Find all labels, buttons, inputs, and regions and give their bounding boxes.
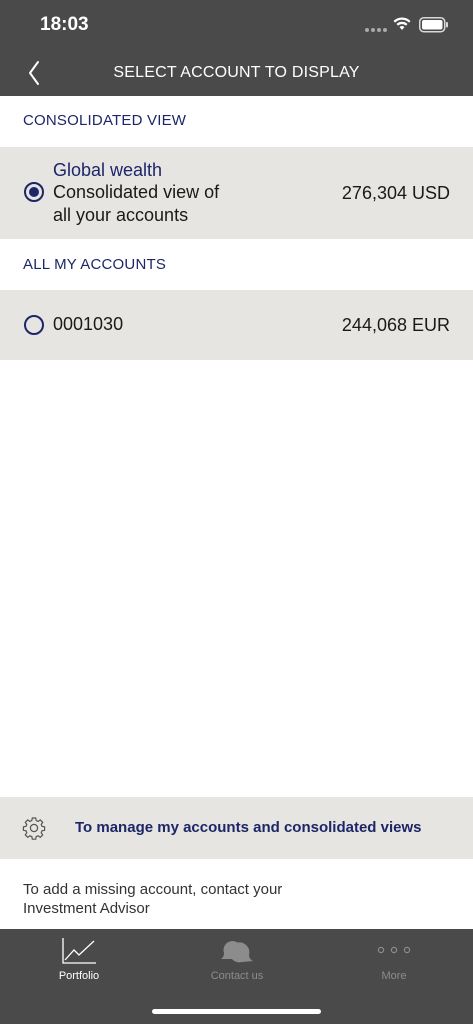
more-dots-icon: [377, 946, 411, 954]
radio-selected-icon[interactable]: [24, 182, 44, 202]
chat-bubbles-icon: [221, 941, 253, 963]
battery-icon: [419, 17, 448, 33]
consolidated-view-row[interactable]: Global wealth Consolidated view of all y…: [0, 147, 473, 239]
page-title: SELECT ACCOUNT TO DISPLAY: [113, 64, 360, 81]
manage-accounts-button[interactable]: To manage my accounts and consolidated v…: [0, 797, 473, 859]
radio-unselected-icon[interactable]: [24, 315, 44, 335]
signal-icon: [365, 28, 387, 32]
consolidated-title: Global wealth: [53, 160, 163, 180]
account-amount: 244,068 EUR: [341, 315, 450, 335]
consolidated-amount: 276,304 USD: [341, 183, 450, 203]
status-time: 18:03: [40, 14, 89, 35]
screen: 18:03 SELECT ACCOUNT TO DISPLAY CONSOLID…: [0, 0, 473, 1024]
manage-accounts-label: To manage my accounts and consolidated v…: [75, 819, 422, 836]
wifi-icon: [393, 17, 411, 30]
tab-contact-us[interactable]: Contact us: [158, 929, 316, 989]
help-text-line2: Investment Advisor: [23, 900, 150, 917]
account-number: 0001030: [53, 314, 124, 334]
help-text: To add a missing account, contact your I…: [23, 880, 343, 918]
consolidated-description-line1: Consolidated view of: [53, 182, 220, 202]
tab-label-portfolio: Portfolio: [58, 970, 100, 982]
section-header-accounts: ALL MY ACCOUNTS: [23, 256, 167, 273]
home-indicator[interactable]: [152, 1009, 321, 1014]
chart-line-icon: [62, 938, 96, 964]
top-header: 18:03 SELECT ACCOUNT TO DISPLAY: [0, 0, 473, 96]
tab-label-more: More: [381, 970, 407, 982]
consolidated-description-line2: all your accounts: [53, 205, 189, 225]
tab-more[interactable]: More: [315, 929, 473, 989]
gear-icon: [22, 817, 46, 840]
section-header-consolidated: CONSOLIDATED VIEW: [23, 112, 187, 129]
help-text-line1: To add a missing account, contact your: [23, 881, 283, 898]
tab-label-contact: Contact us: [210, 970, 264, 982]
account-row[interactable]: 0001030 244,068 EUR: [0, 290, 473, 360]
tab-portfolio[interactable]: Portfolio: [0, 929, 158, 989]
